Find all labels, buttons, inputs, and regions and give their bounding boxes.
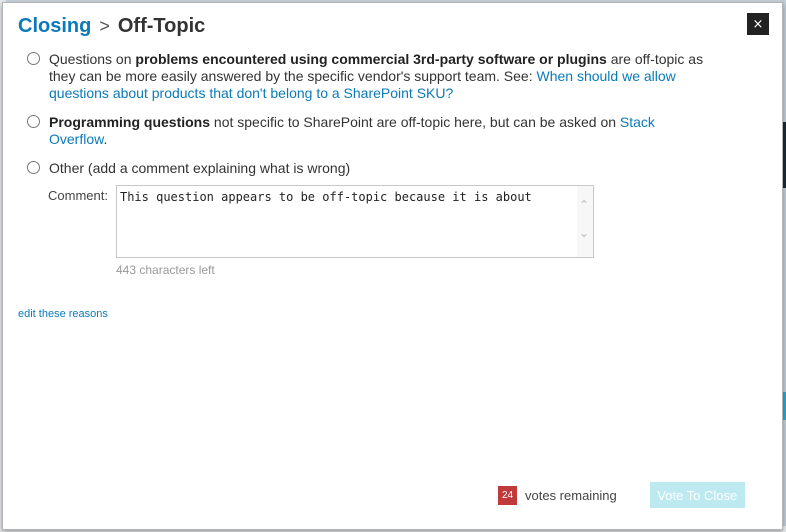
comment-label: Comment: xyxy=(48,188,108,203)
option-other[interactable]: Other (add a comment explaining what is … xyxy=(27,160,707,177)
close-button[interactable]: × xyxy=(747,13,769,35)
option-text-bold: Programming questions xyxy=(49,114,211,130)
radio-commercial-software[interactable] xyxy=(27,52,40,65)
radio-other[interactable] xyxy=(27,161,40,174)
close-reason-options: Questions on problems encountered using … xyxy=(27,51,707,189)
option-text-bold: problems encountered using commercial 3r… xyxy=(135,51,607,67)
close-icon: × xyxy=(752,16,764,32)
close-dialog: Closing > Off-Topic × Questions on probl… xyxy=(2,2,783,530)
edit-reasons-link[interactable]: edit these reasons xyxy=(18,308,108,320)
characters-left: 443 characters left xyxy=(116,263,215,277)
option-programming-questions[interactable]: Programming questions not specific to Sh… xyxy=(27,114,707,148)
breadcrumb: Closing > Off-Topic xyxy=(18,15,205,38)
option-text: Other (add a comment explaining what is … xyxy=(49,160,351,176)
option-text-tail: . xyxy=(103,131,108,147)
option-text: Questions on problems encountered using … xyxy=(49,51,707,102)
votes-remaining-label: votes remaining xyxy=(525,487,617,503)
option-commercial-software[interactable]: Questions on problems encountered using … xyxy=(27,51,707,102)
comment-value: This question appears to be off-topic be… xyxy=(119,190,532,204)
breadcrumb-closing-link[interactable]: Closing xyxy=(18,15,91,38)
chevron-up-icon[interactable]: ⌃ xyxy=(579,198,589,212)
vote-to-close-button[interactable]: Vote To Close xyxy=(649,482,745,508)
page-title: Off-Topic xyxy=(117,15,206,37)
dialog-footer: 24 votes remaining Vote To Close xyxy=(498,482,745,508)
votes-remaining-badge: 24 xyxy=(498,485,517,505)
comment-scrollbar[interactable]: ⌃ ⌄ xyxy=(576,186,593,257)
option-text-post: not specific to SharePoint are off-topic… xyxy=(210,114,620,130)
comment-row: Comment: This question appears to be off… xyxy=(48,185,594,258)
comment-textarea[interactable]: This question appears to be off-topic be… xyxy=(115,185,594,258)
radio-programming-questions[interactable] xyxy=(27,115,40,128)
chevron-down-icon[interactable]: ⌄ xyxy=(579,226,589,240)
option-text: Programming questions not specific to Sh… xyxy=(49,114,707,148)
option-text-pre: Questions on xyxy=(49,51,136,67)
breadcrumb-separator: > xyxy=(99,16,110,36)
